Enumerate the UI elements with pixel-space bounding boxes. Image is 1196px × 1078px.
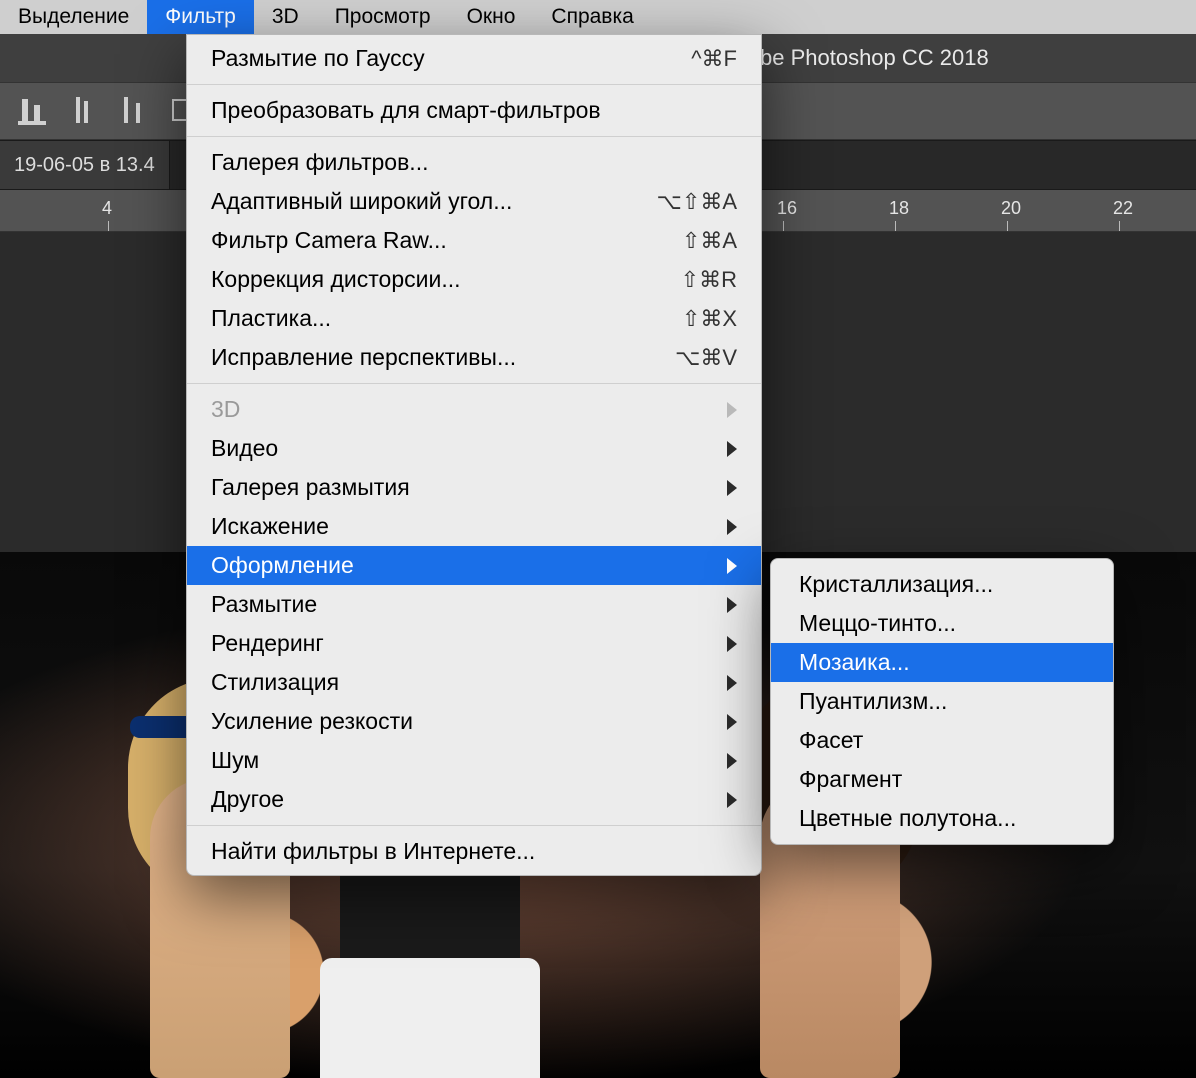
menu-separator: [187, 84, 761, 85]
submenu-item-color-halftone[interactable]: Цветные полутона...: [771, 799, 1113, 838]
menu-item-label: Искажение: [211, 513, 329, 540]
submenu-item-mosaic[interactable]: Мозаика...: [771, 643, 1113, 682]
menu-item-label: Фильтр Camera Raw...: [211, 227, 447, 254]
submenu-arrow-icon: [727, 519, 737, 535]
menu-separator: [187, 136, 761, 137]
submenu-item-facet[interactable]: Фасет: [771, 721, 1113, 760]
submenu-item-pointillize[interactable]: Пуантилизм...: [771, 682, 1113, 721]
menu-help[interactable]: Справка: [533, 0, 651, 34]
menu-item-label: Галерея фильтров...: [211, 149, 428, 176]
menu-item-convert-smart[interactable]: Преобразовать для смарт-фильтров: [187, 91, 761, 130]
menu-item-label: Галерея размытия: [211, 474, 410, 501]
menu-item-shortcut: ⌥⇧⌘A: [657, 189, 737, 215]
menu-item-pixelate[interactable]: Оформление: [187, 546, 761, 585]
menu-item-noise[interactable]: Шум: [187, 741, 761, 780]
submenu-arrow-icon: [727, 636, 737, 652]
submenu-arrow-icon: [727, 480, 737, 496]
app-title-fragment: be Photoshop CC 2018: [760, 45, 989, 71]
menu-item-label: Шум: [211, 747, 259, 774]
submenu-arrow-icon: [727, 753, 737, 769]
ruler-tick: 18: [889, 198, 909, 219]
ruler-tick: 4: [102, 198, 112, 219]
document-tab-label: 19-06-05 в 13.4: [14, 154, 155, 177]
menu-item-find-filters-online[interactable]: Найти фильтры в Интернете...: [187, 832, 761, 871]
submenu-arrow-icon: [727, 441, 737, 457]
menu-item-render[interactable]: Рендеринг: [187, 624, 761, 663]
menu-item-adaptive-wide-angle[interactable]: Адаптивный широкий угол... ⌥⇧⌘A: [187, 182, 761, 221]
menu-item-label: Другое: [211, 786, 284, 813]
menu-item-stylize[interactable]: Стилизация: [187, 663, 761, 702]
submenu-arrow-icon: [727, 792, 737, 808]
menu-item-3d: 3D: [187, 390, 761, 429]
menu-item-blur[interactable]: Размытие: [187, 585, 761, 624]
ruler-tick: 16: [777, 198, 797, 219]
submenu-arrow-icon: [727, 597, 737, 613]
menu-item-label: Размытие: [211, 591, 317, 618]
menu-item-label: Преобразовать для смарт-фильтров: [211, 97, 601, 124]
menu-item-lens-correction[interactable]: Коррекция дисторсии... ⇧⌘R: [187, 260, 761, 299]
menu-view[interactable]: Просмотр: [317, 0, 449, 34]
menu-item-other[interactable]: Другое: [187, 780, 761, 819]
menu-item-shortcut: ^⌘F: [691, 46, 737, 72]
ruler-tick: 20: [1001, 198, 1021, 219]
menu-item-label: Исправление перспективы...: [211, 344, 516, 371]
menu-item-label: Стилизация: [211, 669, 339, 696]
menu-item-label: Коррекция дисторсии...: [211, 266, 461, 293]
align-top-icon[interactable]: [118, 97, 146, 125]
figure-shirt: [320, 958, 540, 1078]
menu-item-shortcut: ⌥⌘V: [675, 345, 737, 371]
submenu-arrow-icon: [727, 558, 737, 574]
menu-item-label: Адаптивный широкий угол...: [211, 188, 512, 215]
menu-item-label: Найти фильтры в Интернете...: [211, 838, 535, 865]
menu-item-liquify[interactable]: Пластика... ⇧⌘X: [187, 299, 761, 338]
menu-item-filter-gallery[interactable]: Галерея фильтров...: [187, 143, 761, 182]
figure-collar: [400, 918, 460, 958]
submenu-arrow-icon: [727, 402, 737, 418]
menu-filter[interactable]: Фильтр: [147, 0, 254, 34]
menu-item-vanishing-point[interactable]: Исправление перспективы... ⌥⌘V: [187, 338, 761, 377]
menu-separator: [187, 383, 761, 384]
menu-item-label: Рендеринг: [211, 630, 324, 657]
pixelate-submenu: Кристаллизация... Меццо-тинто... Мозаика…: [770, 558, 1114, 845]
menu-3d[interactable]: 3D: [254, 0, 317, 34]
menu-window[interactable]: Окно: [449, 0, 534, 34]
submenu-item-crystallize[interactable]: Кристаллизация...: [771, 565, 1113, 604]
ruler-tick: 22: [1113, 198, 1133, 219]
align-vcenter-icon[interactable]: [68, 97, 96, 125]
submenu-item-mezzotint[interactable]: Меццо-тинто...: [771, 604, 1113, 643]
menu-item-camera-raw[interactable]: Фильтр Camera Raw... ⇧⌘A: [187, 221, 761, 260]
submenu-item-fragment[interactable]: Фрагмент: [771, 760, 1113, 799]
filter-menu-dropdown: Размытие по Гауссу ^⌘F Преобразовать для…: [186, 34, 762, 876]
menubar: Выделение Фильтр 3D Просмотр Окно Справк…: [0, 0, 1196, 34]
menu-item-gaussian-blur[interactable]: Размытие по Гауссу ^⌘F: [187, 39, 761, 78]
submenu-arrow-icon: [727, 675, 737, 691]
menu-separator: [187, 825, 761, 826]
menu-item-sharpen[interactable]: Усиление резкости: [187, 702, 761, 741]
menu-select[interactable]: Выделение: [0, 0, 147, 34]
submenu-arrow-icon: [727, 714, 737, 730]
menu-item-shortcut: ⇧⌘X: [682, 306, 737, 332]
menu-item-label: Размытие по Гауссу: [211, 45, 425, 72]
menu-item-label: Оформление: [211, 552, 354, 579]
menu-item-label: Пластика...: [211, 305, 331, 332]
menu-item-shortcut: ⇧⌘A: [682, 228, 737, 254]
document-tab[interactable]: 19-06-05 в 13.4: [0, 141, 170, 189]
menu-item-label: 3D: [211, 396, 240, 423]
menu-item-blur-gallery[interactable]: Галерея размытия: [187, 468, 761, 507]
menu-item-video[interactable]: Видео: [187, 429, 761, 468]
menu-item-distort[interactable]: Искажение: [187, 507, 761, 546]
menu-item-label: Видео: [211, 435, 278, 462]
menu-item-shortcut: ⇧⌘R: [681, 267, 737, 293]
menu-item-label: Усиление резкости: [211, 708, 413, 735]
align-bottom-icon[interactable]: [18, 97, 46, 125]
